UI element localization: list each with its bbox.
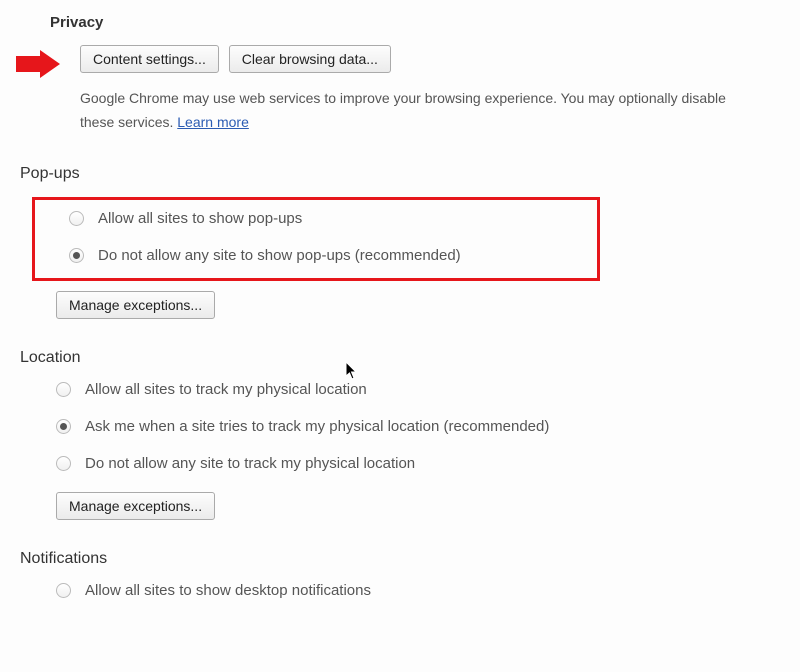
content-settings-button[interactable]: Content settings...: [80, 45, 219, 73]
popups-allow-option[interactable]: Allow all sites to show pop-ups: [69, 210, 585, 227]
popups-manage-exceptions-button[interactable]: Manage exceptions...: [56, 291, 215, 319]
location-allow-label: Allow all sites to track my physical loc…: [85, 381, 367, 398]
privacy-button-row: Content settings... Clear browsing data.…: [80, 45, 780, 73]
notifications-allow-label: Allow all sites to show desktop notifica…: [85, 582, 371, 599]
location-ask-label: Ask me when a site tries to track my phy…: [85, 418, 549, 435]
location-block-label: Do not allow any site to track my physic…: [85, 455, 415, 472]
popups-block-option[interactable]: Do not allow any site to show pop-ups (r…: [69, 247, 585, 264]
popups-highlight-box: Allow all sites to show pop-ups Do not a…: [32, 197, 600, 281]
location-section-title: Location: [20, 349, 780, 367]
clear-browsing-data-button[interactable]: Clear browsing data...: [229, 45, 391, 73]
radio-icon: [56, 382, 71, 397]
radio-icon-selected: [69, 248, 84, 263]
radio-icon: [69, 211, 84, 226]
popups-allow-label: Allow all sites to show pop-ups: [98, 210, 302, 227]
location-block-option[interactable]: Do not allow any site to track my physic…: [56, 455, 780, 472]
location-manage-exceptions-button[interactable]: Manage exceptions...: [56, 492, 215, 520]
privacy-section-title: Privacy: [50, 14, 780, 31]
red-arrow-annotation: [16, 50, 64, 85]
radio-icon: [56, 456, 71, 471]
popups-section-title: Pop-ups: [20, 165, 780, 183]
location-allow-option[interactable]: Allow all sites to track my physical loc…: [56, 381, 780, 398]
location-ask-option[interactable]: Ask me when a site tries to track my phy…: [56, 418, 780, 435]
radio-icon-selected: [56, 419, 71, 434]
popups-block-label: Do not allow any site to show pop-ups (r…: [98, 247, 461, 264]
learn-more-link[interactable]: Learn more: [177, 114, 249, 130]
notifications-section-title: Notifications: [20, 550, 780, 568]
notifications-allow-option[interactable]: Allow all sites to show desktop notifica…: [56, 582, 780, 599]
radio-icon: [56, 583, 71, 598]
privacy-description: Google Chrome may use web services to im…: [80, 87, 760, 135]
